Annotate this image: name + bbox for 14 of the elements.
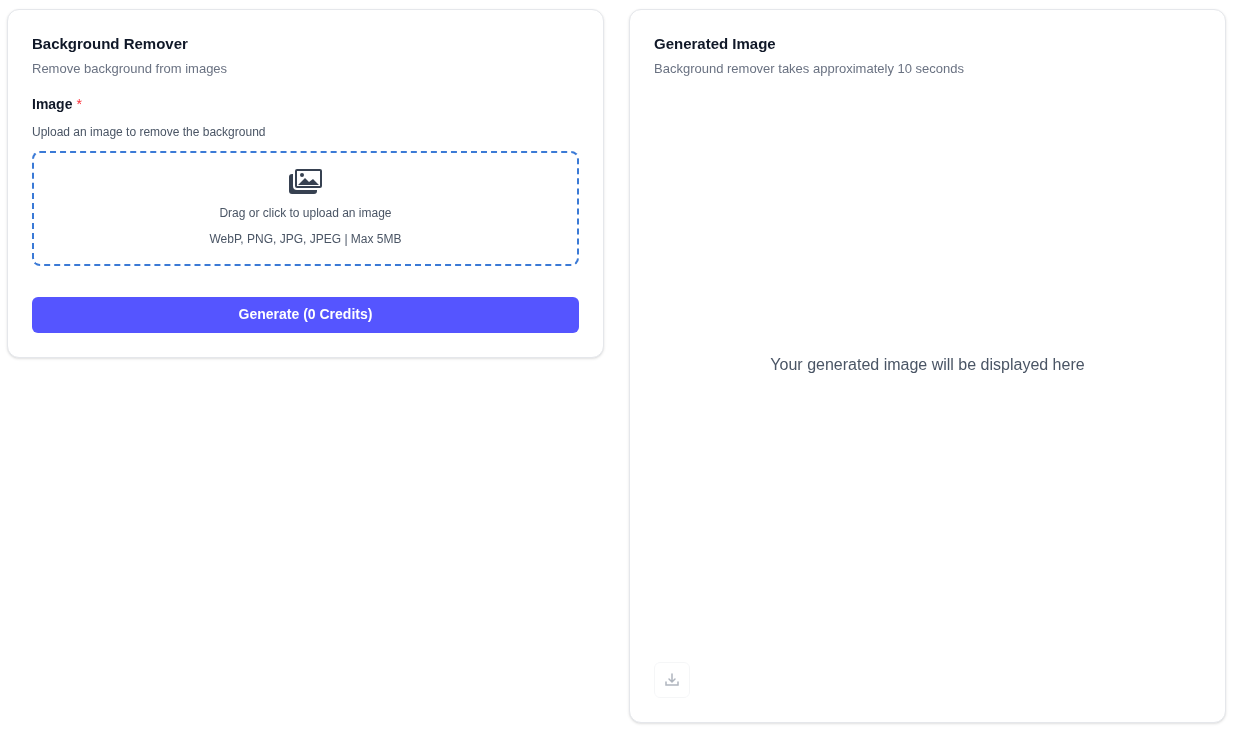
field-help-text: Upload an image to remove the background <box>32 123 267 141</box>
card-title: Background Remover <box>32 34 189 54</box>
accepted-formats: WebP, PNG, JPG, JPEG | Max 5MB <box>209 231 402 248</box>
card-subtitle: Remove background from images <box>32 60 229 78</box>
required-mark: * <box>76 94 82 114</box>
field-label: Image <box>32 94 73 114</box>
card-title: Generated Image <box>654 34 777 54</box>
upload-dropzone[interactable]: Drag or click to upload an image WebP, PNG, JPG, JPEG | Max 5MB <box>32 150 579 266</box>
generate-button[interactable]: Generate (0 Credits) <box>32 296 579 333</box>
download-icon <box>664 672 680 688</box>
images-icon <box>288 168 323 194</box>
dropzone-text: Drag or click to upload an image <box>219 205 392 222</box>
placeholder-text: Your generated image will be displayed here <box>770 355 1085 376</box>
card-subtitle: Background remover takes approximately 10 seconds <box>654 60 965 78</box>
